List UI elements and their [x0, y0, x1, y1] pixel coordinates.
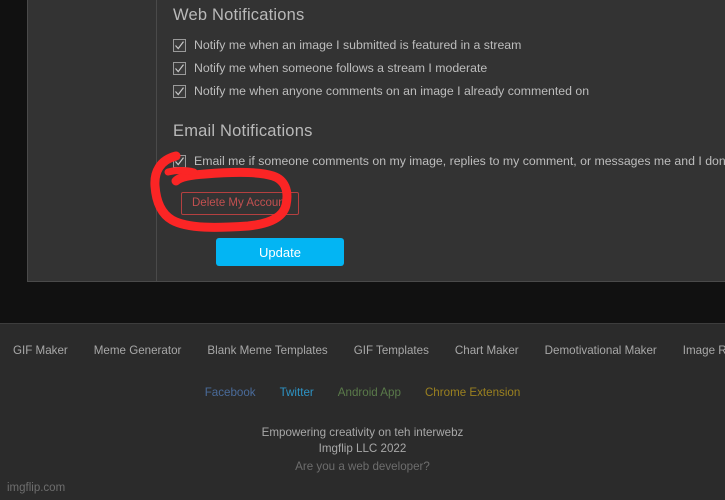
footer-link-gif-templates[interactable]: GIF Templates — [354, 344, 429, 357]
web-notifications-group: Notify me when an image I submitted is f… — [173, 38, 725, 98]
footer-link-blank-meme-templates[interactable]: Blank Meme Templates — [207, 344, 327, 357]
settings-content: Web Notifications Notify me when an imag… — [157, 0, 725, 281]
checkbox-label-web-follows: Notify me when someone follows a stream … — [194, 61, 488, 75]
checkbox-row-web-comments[interactable]: Notify me when anyone comments on an ima… — [173, 84, 725, 98]
footer-link-demotivational-maker[interactable]: Demotivational Maker — [545, 344, 657, 357]
checkbox-row-web-follows[interactable]: Notify me when someone follows a stream … — [173, 61, 725, 75]
update-button[interactable]: Update — [216, 238, 344, 266]
checkbox-web-featured[interactable] — [173, 39, 186, 52]
footer-link-chart-maker[interactable]: Chart Maker — [455, 344, 519, 357]
social-link-facebook[interactable]: Facebook — [205, 386, 256, 399]
email-notifications-group: Email me if someone comments on my image… — [173, 154, 725, 168]
checkbox-row-email-comments[interactable]: Email me if someone comments on my image… — [173, 154, 725, 168]
footer-link-image-resizer[interactable]: Image Resizer — [683, 344, 725, 357]
footer-navigation: GIF Maker Meme Generator Blank Meme Temp… — [0, 344, 725, 357]
settings-panel: Web Notifications Notify me when an imag… — [27, 0, 725, 282]
checkbox-web-comments[interactable] — [173, 85, 186, 98]
email-notifications-heading: Email Notifications — [173, 122, 313, 140]
footer-social-links: Facebook Twitter Android App Chrome Exte… — [0, 386, 725, 399]
social-link-android-app[interactable]: Android App — [338, 386, 401, 399]
checkbox-label-email-comments: Email me if someone comments on my image… — [194, 154, 725, 168]
footer-tagline-primary: Empowering creativity on teh interwebz — [261, 426, 464, 439]
web-notifications-heading: Web Notifications — [173, 6, 305, 24]
footer-company-line: Imgflip LLC 2022 — [318, 442, 407, 455]
footer-tagline-block: Empowering creativity on teh interwebz I… — [0, 425, 725, 475]
social-link-chrome-extension[interactable]: Chrome Extension — [425, 386, 520, 399]
footer-developer-link[interactable]: Are you a web developer? — [295, 459, 430, 475]
imgflip-watermark: imgflip.com — [7, 482, 66, 494]
checkbox-label-web-comments: Notify me when anyone comments on an ima… — [194, 84, 590, 98]
footer-link-gif-maker[interactable]: GIF Maker — [13, 344, 68, 357]
footer-link-meme-generator[interactable]: Meme Generator — [94, 344, 182, 357]
checkbox-email-comments[interactable] — [173, 155, 186, 168]
site-footer: GIF Maker Meme Generator Blank Meme Temp… — [0, 323, 725, 500]
social-link-twitter[interactable]: Twitter — [280, 386, 314, 399]
checkbox-row-web-featured[interactable]: Notify me when an image I submitted is f… — [173, 38, 725, 52]
checkbox-web-follows[interactable] — [173, 62, 186, 75]
delete-my-account-button[interactable]: Delete My Account — [181, 192, 299, 215]
checkbox-label-web-featured: Notify me when an image I submitted is f… — [194, 38, 522, 52]
